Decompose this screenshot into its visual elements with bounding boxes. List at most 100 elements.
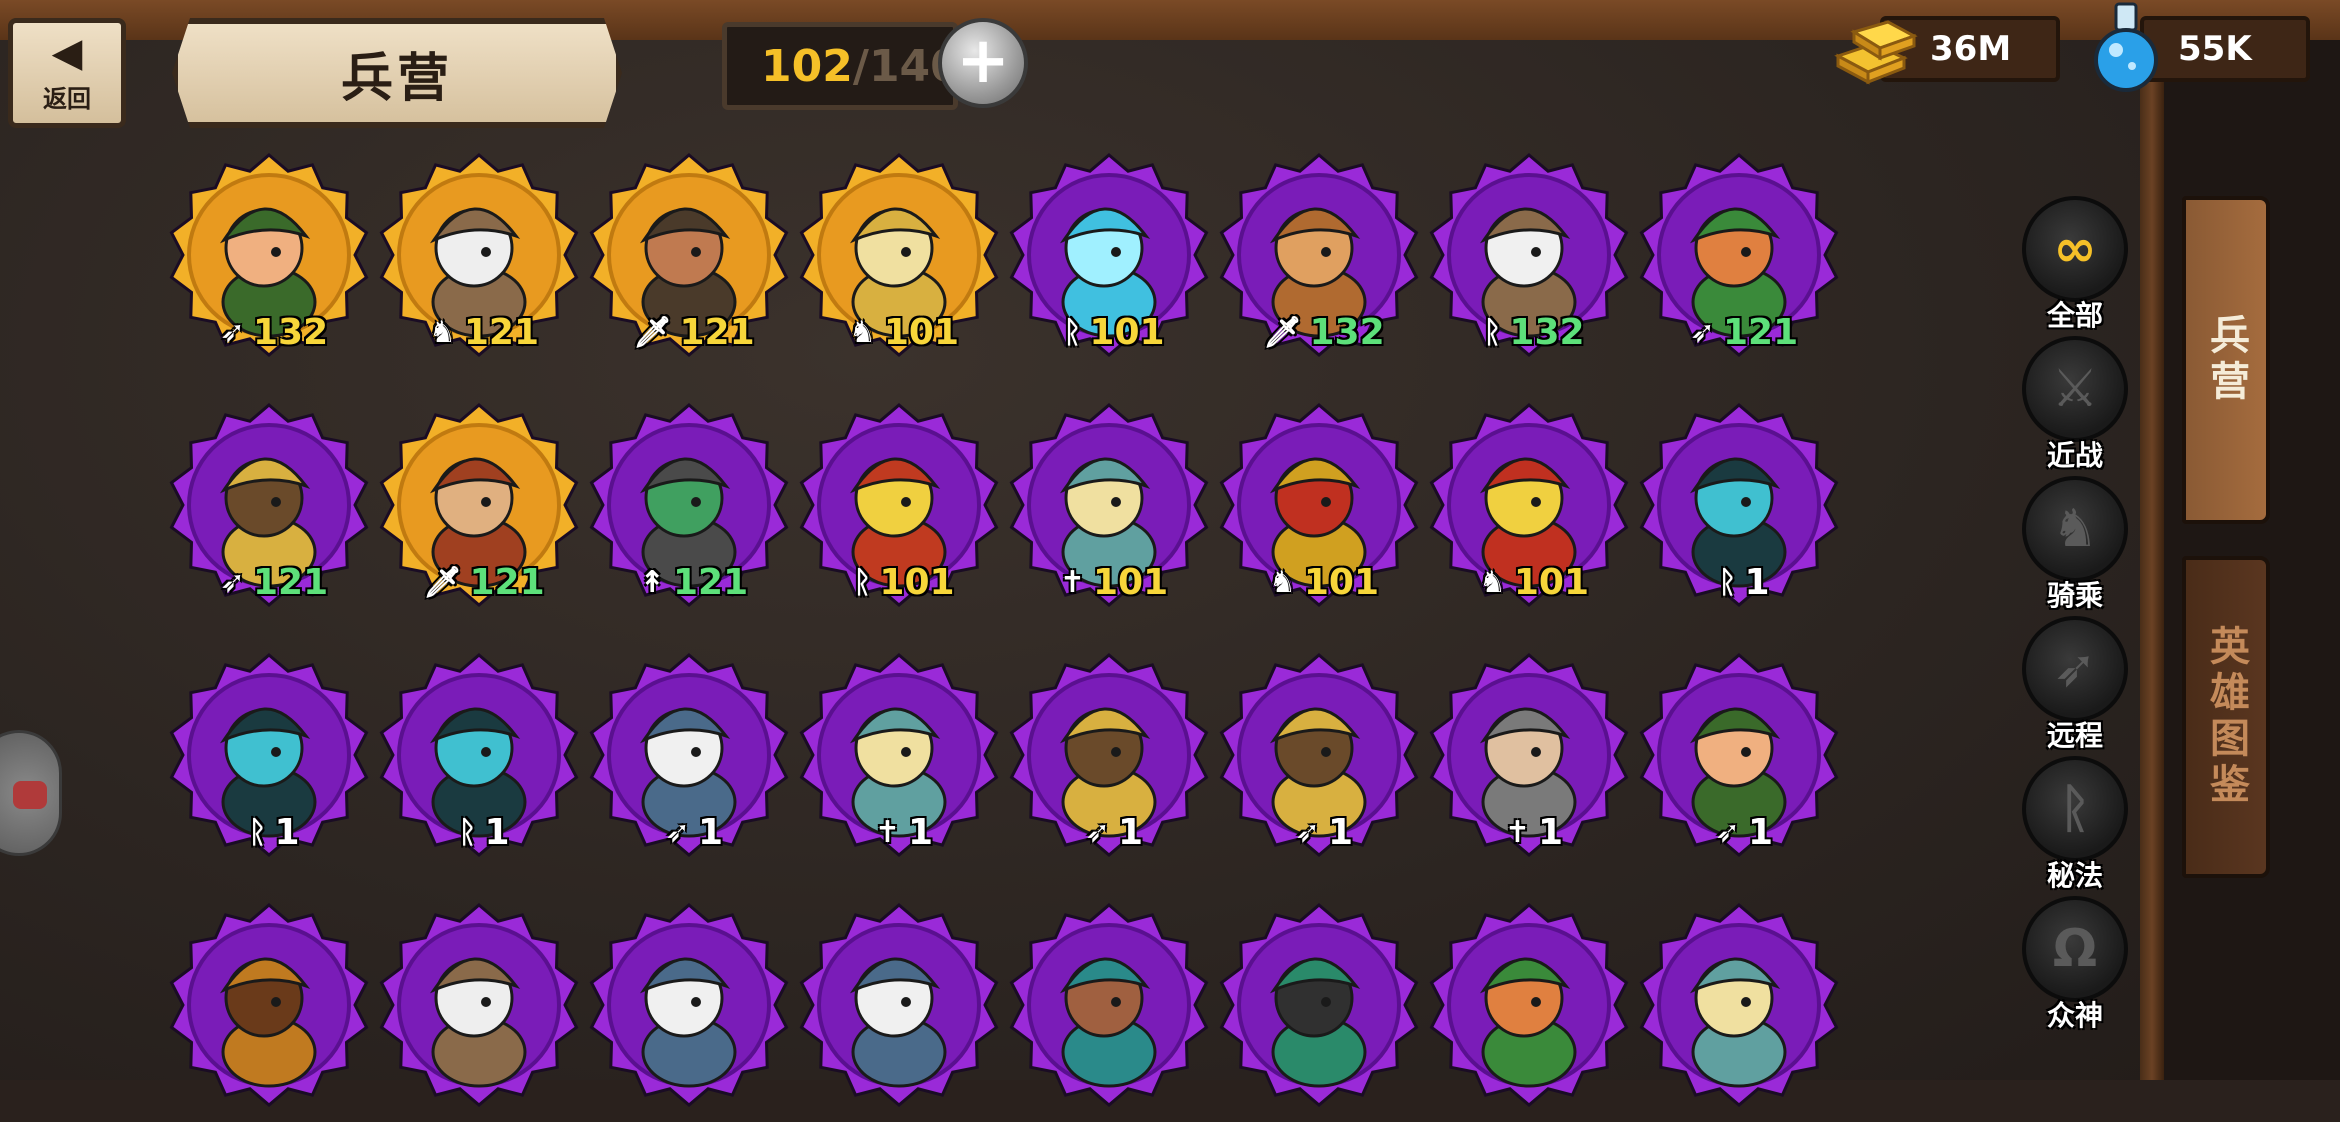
tab-hero-codex[interactable]: 英雄图鉴	[2182, 556, 2270, 878]
unit-portrait-frame	[169, 903, 369, 1107]
unit-card-ghost-maiden[interactable]: ᚱ 101	[1006, 152, 1212, 372]
unit-level-value: 101	[1089, 311, 1165, 353]
unit-level: ➶ 1	[1664, 810, 1824, 854]
unit-card-hooded-mage[interactable]: ᚱ1	[166, 652, 372, 872]
unit-card-spartan[interactable]	[166, 902, 372, 1122]
magic-rune-icon: ᚱ	[2022, 756, 2128, 862]
unit-card-horned-rider[interactable]: ♞ 121	[376, 152, 582, 372]
unit-eye	[1741, 747, 1751, 757]
unit-card-elf-archer[interactable]	[1426, 902, 1632, 1122]
tab-barracks[interactable]: 兵营	[2182, 196, 2270, 524]
unit-level: ✝ 101	[1034, 560, 1194, 604]
back-button[interactable]: ◀ 返回	[8, 18, 126, 128]
magic-rune-icon: ᚱ	[458, 814, 477, 850]
unit-card-cyclops[interactable]	[586, 902, 792, 1122]
unit-level: ➶ 1	[614, 810, 774, 854]
back-label: 返回	[43, 85, 91, 113]
sword-icon: 🗡	[633, 314, 672, 350]
omega-icon: Ω	[2022, 896, 2128, 1002]
unit-card-lion-warrior[interactable]: 🗡 132	[1216, 152, 1422, 372]
unit-eye	[901, 997, 911, 1007]
unit-eye	[1321, 247, 1331, 257]
bow-icon: ➶	[1714, 814, 1741, 850]
unit-card-valkyrie-archer[interactable]: ➶ 1	[1006, 652, 1212, 872]
unit-card-elf-cleric[interactable]	[1636, 902, 1842, 1122]
unit-card-valkyrie-archer[interactable]: ➶ 121	[166, 402, 372, 622]
unit-card-archer-ranger[interactable]: ➶ 1	[1636, 652, 1842, 872]
unit-level: 🗡 121	[404, 560, 564, 604]
filter-infinity[interactable]: ∞ 全部	[2020, 196, 2130, 334]
unit-level-value: 1	[1328, 811, 1354, 853]
unit-level-value: 132	[1309, 311, 1385, 353]
bow-icon: ➶	[219, 314, 245, 350]
magic-rune-icon: ᚱ	[248, 814, 267, 850]
filter-bow[interactable]: ➶ 远程	[2020, 616, 2130, 754]
unit-card-spartan-rider[interactable]: ♞ 101	[1216, 402, 1422, 622]
unit-card-deer-rider[interactable]	[1216, 902, 1422, 1122]
unit-card-boar-warrior[interactable]: 🗡 121	[586, 152, 792, 372]
unit-level-value: 121	[679, 311, 755, 353]
filter-magic-rune[interactable]: ᚱ 秘法	[2020, 756, 2130, 894]
unit-card-cyclops-archer[interactable]: ➶ 1	[586, 652, 792, 872]
unit-eye	[271, 497, 281, 507]
floating-chest-button[interactable]	[0, 730, 62, 856]
unit-card-sun-priestess[interactable]: ᚱ 101	[796, 402, 1002, 622]
filter-sword[interactable]: ⚔ 近战	[2020, 336, 2130, 474]
unit-card-valkyrie-archer[interactable]: ➶ 1	[1216, 652, 1422, 872]
add-capacity-button[interactable]: +	[938, 18, 1028, 108]
unit-card-knight-spearman[interactable]: ↟ 121	[586, 402, 792, 622]
elixir-amount: 55K	[2178, 29, 2252, 69]
mimic-icon	[13, 781, 47, 809]
unit-level: ➶ 132	[194, 310, 354, 354]
unit-card-hooded-mage[interactable]: ᚱ1	[376, 652, 582, 872]
unit-card-elf-cleric[interactable]: ✝ 101	[1006, 402, 1212, 622]
unit-eye	[1531, 747, 1541, 757]
unit-card-golden-knight[interactable]: ♞ 101	[796, 152, 1002, 372]
unit-card-owl-monk[interactable]: ✝ 1	[1426, 652, 1632, 872]
unit-level-value: 121	[672, 561, 749, 603]
infinity-icon: ∞	[2022, 196, 2128, 302]
unit-level: ➶ 1	[1244, 810, 1404, 854]
unit-level: ➶ 121	[194, 560, 354, 604]
unit-card-swordsman[interactable]: 🗡 121	[376, 402, 582, 622]
unit-level-value: 1	[1748, 811, 1774, 853]
bow-icon: ➶	[1689, 314, 1715, 350]
unit-card-archer-ranger[interactable]: ➶ 132	[166, 152, 372, 372]
sword-icon: 🗡	[423, 564, 462, 600]
unit-portrait-frame	[1429, 903, 1629, 1107]
unit-level-value: 101	[1303, 561, 1380, 603]
magic-rune-icon: ᚱ	[853, 564, 872, 600]
unit-level: ✝ 1	[1454, 810, 1614, 854]
unit-level-value: 1	[484, 811, 510, 853]
filter-horse[interactable]: ♞ 骑乘	[2020, 476, 2130, 614]
horse-icon: ♞	[428, 314, 456, 350]
magic-rune-icon: ᚱ	[1063, 314, 1082, 350]
filter-omega[interactable]: Ω 众神	[2020, 896, 2130, 1034]
unit-eye	[1111, 997, 1121, 1007]
cross-icon: ✝	[1504, 814, 1531, 850]
unit-level: ➶ 121	[1664, 310, 1824, 354]
unit-level: ᚱ1	[194, 810, 354, 854]
unit-level: ✝ 1	[824, 810, 984, 854]
unit-eye	[481, 497, 491, 507]
unit-portrait-frame	[379, 903, 579, 1107]
tab-barracks-label: 兵营	[2203, 314, 2249, 406]
cross-icon: ✝	[874, 814, 901, 850]
unit-level: ♞ 121	[404, 310, 564, 354]
unit-card-elf-archer[interactable]: ➶ 121	[1636, 152, 1842, 372]
unit-eye	[901, 247, 911, 257]
unit-level: ♞ 101	[1454, 560, 1614, 604]
unit-level-value: 132	[1509, 311, 1585, 353]
filter-label: 众神	[2046, 999, 2103, 1032]
unit-level-value: 1	[274, 811, 300, 853]
unit-card-elf-cleric[interactable]: ✝ 1	[796, 652, 1002, 872]
unit-card-old-wizard[interactable]: ᚱ 132	[1426, 152, 1632, 372]
unit-card-hooded-mage[interactable]: ᚱ1	[1636, 402, 1842, 622]
unit-level: 🗡 132	[1244, 310, 1404, 354]
horse-icon: ♞	[1478, 564, 1506, 600]
unit-card-horned-rider[interactable]	[376, 902, 582, 1122]
unit-card-cyclops[interactable]	[796, 902, 1002, 1122]
unit-card-king-rider[interactable]: ♞ 101	[1426, 402, 1632, 622]
unit-eye	[1531, 497, 1541, 507]
unit-card-deer-rider[interactable]	[1006, 902, 1212, 1122]
